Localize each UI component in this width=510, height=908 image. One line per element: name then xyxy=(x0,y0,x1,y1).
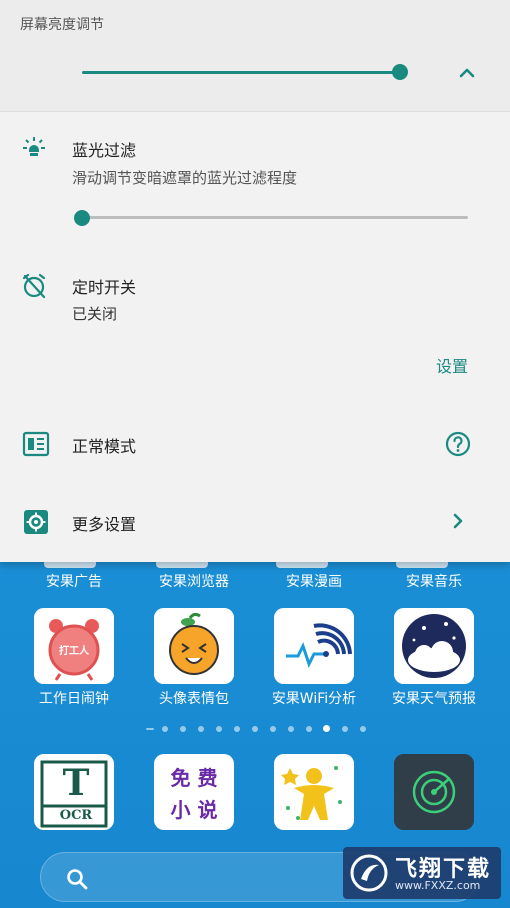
novel-text-line2: 小 说 xyxy=(170,798,218,822)
wifi-pulse-icon xyxy=(274,608,354,684)
app-workday-alarm[interactable]: 打工人 工作日闹钟 xyxy=(14,608,134,728)
blue-filter-track xyxy=(82,216,468,219)
page-dot xyxy=(198,726,204,732)
blue-filter-slider[interactable] xyxy=(74,209,470,227)
page-dot xyxy=(162,726,168,732)
page-dot xyxy=(270,726,276,732)
star-person-icon xyxy=(274,754,354,830)
grid-mode-icon xyxy=(22,431,50,457)
page-dot xyxy=(216,726,222,732)
page-dot-active xyxy=(323,725,330,732)
blue-filter-thumb[interactable] xyxy=(74,210,90,226)
help-icon[interactable] xyxy=(444,430,472,458)
app-label-music[interactable]: 安果音乐 xyxy=(374,571,494,591)
page-dot xyxy=(360,726,366,732)
timer-settings-button[interactable]: 设置 xyxy=(436,353,468,377)
page-dot xyxy=(252,726,258,732)
brightness-panel: 屏幕亮度调节 蓝光过滤 滑动调节变暗遮罩的蓝光过滤程度 定时开关 已关闭 设置 … xyxy=(0,0,510,562)
page-dot xyxy=(288,726,294,732)
ocr-icon: T OCR xyxy=(34,754,114,830)
book-text-icon: 免 费 小 说 xyxy=(154,754,234,830)
app-weather[interactable]: 安果天气预报 xyxy=(374,608,494,728)
app-name: 工作日闹钟 xyxy=(39,691,109,707)
mode-title[interactable]: 正常模式 xyxy=(72,433,136,457)
app-name: 安果WiFi分析 xyxy=(271,691,357,707)
app-label-comic[interactable]: 安果漫画 xyxy=(254,571,374,591)
watermark-logo xyxy=(350,854,388,892)
brightness-title: 屏幕亮度调节 xyxy=(20,17,104,33)
novel-text-line1: 免 费 xyxy=(170,766,218,790)
watermark-url: www.FXXZ.com xyxy=(395,879,481,892)
settings-gear-icon xyxy=(24,510,48,534)
alarm-off-icon[interactable] xyxy=(20,272,48,300)
brightness-section: 屏幕亮度调节 xyxy=(0,0,510,112)
app-name: 安果天气预报 xyxy=(392,691,476,707)
widget-edge xyxy=(44,562,96,568)
page-dot xyxy=(306,726,312,732)
blue-filter-title: 蓝光过滤 xyxy=(72,141,137,160)
ocr-text: OCR xyxy=(59,808,93,823)
alarm-icon-text: 打工人 xyxy=(59,646,89,657)
widget-edge xyxy=(276,562,328,568)
chevron-up-icon[interactable] xyxy=(456,62,478,84)
app-label-browser[interactable]: 安果浏览器 xyxy=(134,571,254,591)
app-label-ad[interactable]: 安果广告 xyxy=(14,571,134,591)
list-indicator-icon xyxy=(146,728,154,730)
app-avatar-stickers[interactable]: 头像表情包 xyxy=(134,608,254,728)
brightness-slider[interactable] xyxy=(82,64,418,82)
bulb-icon xyxy=(23,137,45,156)
timer-status: 已关闭 xyxy=(72,305,118,323)
moon-icon xyxy=(28,62,38,82)
blue-filter-subtitle: 滑动调节变暗遮罩的蓝光过滤程度 xyxy=(72,169,298,187)
widget-edge xyxy=(396,562,448,568)
widget-edge xyxy=(156,562,208,568)
timer-title: 定时开关 xyxy=(72,278,137,297)
chevron-right-icon[interactable] xyxy=(448,510,468,532)
search-icon xyxy=(67,869,88,890)
radar-icon xyxy=(394,754,474,830)
app-wifi-analyzer[interactable]: 安果WiFi分析 xyxy=(254,608,374,728)
night-cloud-icon xyxy=(394,608,474,684)
page-indicator[interactable] xyxy=(142,724,372,734)
brightness-slider-thumb[interactable] xyxy=(392,64,408,80)
page-dot xyxy=(180,726,186,732)
watermark: 飞翔下载 www.FXXZ.com xyxy=(343,847,501,899)
more-settings-label[interactable]: 更多设置 xyxy=(72,511,136,535)
app-name: 头像表情包 xyxy=(159,691,229,707)
alarm-clock-icon: 打工人 xyxy=(34,608,114,684)
page-dot xyxy=(342,726,348,732)
brightness-slider-fill xyxy=(82,71,400,74)
ocr-letter: T xyxy=(62,762,90,804)
page-dot xyxy=(234,726,240,732)
orange-face-icon xyxy=(154,608,234,684)
